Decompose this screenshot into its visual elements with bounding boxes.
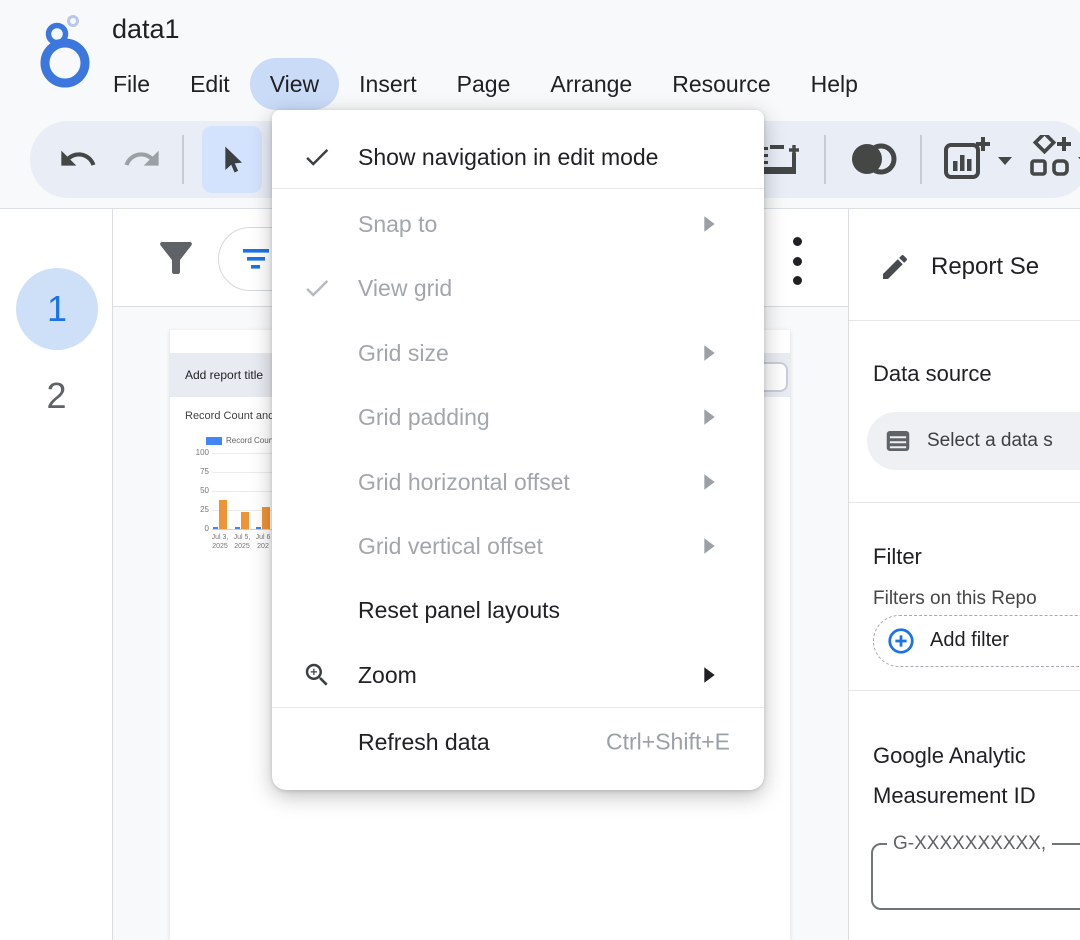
add-circle-icon xyxy=(886,626,916,661)
add-page-button[interactable] xyxy=(760,137,806,184)
menubar-item-help[interactable]: Help xyxy=(791,58,878,110)
menubar-item-page[interactable]: Page xyxy=(437,58,531,110)
y-tick-100: 100 xyxy=(178,448,209,457)
menu-divider xyxy=(272,707,764,708)
view-menu-dropdown: Show navigation in edit mode Snap to Vie… xyxy=(272,110,764,790)
filter-bar-icon xyxy=(241,248,271,277)
select-data-source-label: Select a data s xyxy=(927,412,1053,470)
menu-item-grid-padding[interactable]: Grid padding xyxy=(272,385,764,449)
panel-title: Report Se xyxy=(931,253,1039,281)
zoom-in-icon xyxy=(302,660,358,690)
menubar-item-resource[interactable]: Resource xyxy=(652,58,790,110)
x-tick-jul3: Jul 3,2025 xyxy=(208,533,232,551)
bar-series2 xyxy=(241,512,249,529)
bar-record-count xyxy=(235,527,240,529)
menubar-item-insert[interactable]: Insert xyxy=(339,58,437,110)
add-page-icon xyxy=(760,137,806,179)
bar-group-jul3 xyxy=(212,453,228,529)
pencil-icon xyxy=(879,251,911,288)
check-icon xyxy=(302,273,358,303)
bar-record-count xyxy=(213,527,218,529)
add-filter-button[interactable]: Add filter xyxy=(873,615,1080,667)
document-title[interactable]: data1 xyxy=(112,14,180,45)
y-tick-50: 50 xyxy=(178,486,209,495)
keyboard-shortcut: Ctrl+Shift+E xyxy=(606,729,730,756)
add-chart-caret[interactable] xyxy=(996,154,1014,172)
bar-series2 xyxy=(262,507,270,529)
data-source-table-icon xyxy=(883,426,913,461)
google-analytics-heading: Google Analytic Measurement ID xyxy=(873,736,1036,816)
undo-button[interactable] xyxy=(58,139,98,184)
filter-heading: Filter xyxy=(873,544,922,570)
menu-item-zoom[interactable]: Zoom xyxy=(272,643,764,707)
y-tick-75: 75 xyxy=(178,467,209,476)
bar-series2 xyxy=(219,500,227,529)
looker-studio-window: data1 File Edit View Insert Page Arrange… xyxy=(0,0,1080,940)
measurement-id-input[interactable]: G-XXXXXXXXXX, xyxy=(871,833,1080,910)
chart-title: Record Count and C xyxy=(185,410,285,422)
add-chart-button[interactable] xyxy=(942,135,994,186)
chevron-down-icon xyxy=(1076,155,1080,167)
panel-divider xyxy=(849,502,1080,503)
y-tick-0: 0 xyxy=(178,524,209,533)
submenu-arrow-icon xyxy=(703,667,716,683)
menu-item-snap-to[interactable]: Snap to xyxy=(272,192,764,256)
menu-item-reset-panel-layouts[interactable]: Reset panel layouts xyxy=(272,578,764,642)
bar-group-jul5 xyxy=(234,453,250,529)
submenu-arrow-icon xyxy=(703,409,716,425)
add-control-button[interactable] xyxy=(1026,135,1078,186)
panel-divider xyxy=(849,320,1080,321)
menubar-item-arrange[interactable]: Arrange xyxy=(530,58,652,110)
add-filter-label: Add filter xyxy=(930,616,1009,665)
menu-item-grid-size[interactable]: Grid size xyxy=(272,321,764,385)
page-number: 1 xyxy=(47,288,67,330)
select-cursor-icon xyxy=(216,143,248,177)
toolbar-separator xyxy=(182,135,184,184)
page-nav-item-2[interactable]: 2 xyxy=(0,375,113,417)
report-title-placeholder: Add report title xyxy=(185,353,263,397)
add-control-icon xyxy=(1026,135,1078,181)
menubar-item-edit[interactable]: Edit xyxy=(170,58,250,110)
legend-swatch-record-count xyxy=(206,437,222,445)
menu-divider xyxy=(272,188,764,189)
menu-item-refresh-data[interactable]: Refresh data Ctrl+Shift+E xyxy=(272,710,764,774)
filter-funnel-icon[interactable] xyxy=(152,233,200,288)
legend-label: Record Count xyxy=(226,436,275,445)
undo-icon xyxy=(58,139,98,179)
redo-icon xyxy=(122,139,162,179)
menu-item-grid-horizontal-offset[interactable]: Grid horizontal offset xyxy=(272,450,764,514)
submenu-arrow-icon xyxy=(703,345,716,361)
data-source-heading: Data source xyxy=(873,361,992,387)
select-data-source-button[interactable]: Select a data s xyxy=(867,412,1080,470)
select-tool-button[interactable] xyxy=(202,126,262,193)
menubar: File Edit View Insert Page Arrange Resou… xyxy=(93,58,878,110)
report-settings-panel: Report Se Data source Select a data s Fi… xyxy=(848,209,1080,940)
add-chart-icon xyxy=(942,135,994,181)
y-tick-25: 25 xyxy=(178,505,209,514)
filter-subheading: Filters on this Repo xyxy=(873,588,1037,610)
bar-record-count xyxy=(256,527,261,529)
kebab-menu-icon[interactable] xyxy=(785,237,809,285)
menu-item-show-navigation[interactable]: Show navigation in edit mode xyxy=(272,126,764,188)
redo-button[interactable] xyxy=(122,139,162,184)
blend-data-button[interactable] xyxy=(846,137,902,186)
menubar-item-view[interactable]: View xyxy=(250,58,339,110)
pages-sidebar: 1 2 xyxy=(0,209,113,940)
blend-data-icon xyxy=(846,137,902,181)
page-nav-item-1-active[interactable]: 1 xyxy=(16,268,98,350)
measurement-id-label: G-XXXXXXXXXX, xyxy=(887,833,1052,855)
chevron-down-icon xyxy=(996,155,1014,167)
check-icon xyxy=(302,142,358,172)
toolbar-separator xyxy=(824,135,826,184)
submenu-arrow-icon xyxy=(703,474,716,490)
menu-item-grid-vertical-offset[interactable]: Grid vertical offset xyxy=(272,514,764,578)
toolbar-separator xyxy=(920,135,922,184)
panel-divider xyxy=(849,690,1080,691)
submenu-arrow-icon xyxy=(703,538,716,554)
add-control-caret[interactable] xyxy=(1076,154,1080,172)
menubar-item-file[interactable]: File xyxy=(93,58,170,110)
menu-item-view-grid[interactable]: View grid xyxy=(272,256,764,320)
submenu-arrow-icon xyxy=(703,216,716,232)
bar-group-jul6 xyxy=(255,453,271,529)
